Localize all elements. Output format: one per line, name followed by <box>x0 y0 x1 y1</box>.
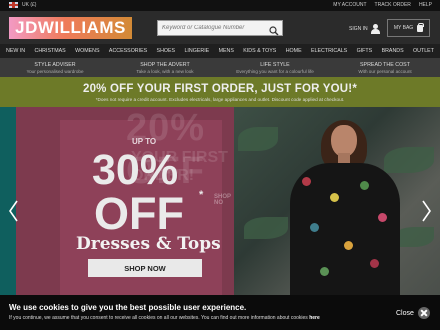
flower-print <box>320 267 329 276</box>
service-subtitle: With our personal account <box>358 69 412 74</box>
nav-item-mens[interactable]: MENS <box>219 48 234 54</box>
flower-print <box>370 259 379 268</box>
search-input[interactable] <box>162 22 262 34</box>
shop-now-button[interactable]: SHOP NOW <box>88 259 202 277</box>
flower-print <box>302 177 311 186</box>
main-nav: NEW IN CHRISTMAS WOMENS ACCESSORIES SHOE… <box>0 44 440 58</box>
nav-item-christmas[interactable]: CHRISTMAS <box>35 48 66 54</box>
site-header: JDWILLIAMS SIGN IN MY BAG <box>0 11 440 44</box>
service-subtitle: Take a look, with a new look <box>136 69 194 74</box>
top-utility-bar: UK (£) MY ACCOUNT TRACK ORDER HELP <box>0 0 440 11</box>
locale-selector[interactable]: UK (£) <box>9 2 36 8</box>
flower-print <box>330 193 339 202</box>
nav-item-new-in[interactable]: NEW IN <box>6 48 25 54</box>
top-links: MY ACCOUNT TRACK ORDER HELP <box>333 2 432 8</box>
cookie-text: If you continue, we assume that you cons… <box>9 315 320 321</box>
flower-print <box>310 223 319 232</box>
shopping-bag-icon <box>417 22 425 32</box>
nav-item-electricals[interactable]: ELECTRICALS <box>311 48 347 54</box>
nav-item-womens[interactable]: WOMENS <box>75 48 99 54</box>
cookie-title: We use cookies to give you the best poss… <box>9 303 247 312</box>
nav-item-accessories[interactable]: ACCESSORIES <box>109 48 147 54</box>
cookie-body: If you continue, we assume that you cons… <box>9 315 308 321</box>
hero-carousel[interactable]: 20% OFF YOUR FIRST ORDER! UP TO 30% OFF … <box>0 107 440 295</box>
nav-item-outlet[interactable]: OUTLET <box>413 48 434 54</box>
my-account-link[interactable]: MY ACCOUNT <box>333 2 366 8</box>
service-life-style[interactable]: LIFE STYLE Everything you want for a col… <box>220 58 330 77</box>
close-icon <box>417 307 430 319</box>
nav-item-lingerie[interactable]: LINGERIE <box>184 48 209 54</box>
hero-model-photo <box>234 107 440 295</box>
flower-print <box>344 241 353 250</box>
my-bag-button[interactable]: MY BAG <box>387 19 430 37</box>
hero-pink-panel: 20% OFF YOUR FIRST ORDER! UP TO 30% OFF … <box>16 107 234 295</box>
palm-leaf <box>238 127 278 151</box>
flower-print <box>360 181 369 190</box>
nav-item-gifts[interactable]: GIFTS <box>357 48 373 54</box>
service-subtitle: Your personalised wardrobe <box>26 69 84 74</box>
service-title: STYLE ADVISER <box>34 62 76 68</box>
nav-item-shoes[interactable]: SHOES <box>157 48 176 54</box>
hero-off: OFF <box>94 188 184 239</box>
page: UK (£) MY ACCOUNT TRACK ORDER HELP JDWIL… <box>0 0 440 330</box>
service-title: SHOP THE ADVERT <box>140 62 190 68</box>
promo-terms: *Does not require a credit account. Excl… <box>95 97 345 102</box>
hero-percent: 30% <box>92 146 179 194</box>
locale-label: UK (£) <box>22 2 37 8</box>
cookie-consent-bar: We use cookies to give you the best poss… <box>0 295 440 330</box>
model-floral-dress <box>290 163 400 295</box>
sign-in-link[interactable]: SIGN IN <box>349 24 380 34</box>
palm-leaf <box>384 147 434 173</box>
service-shop-the-advert[interactable]: SHOP THE ADVERT Take a look, with a new … <box>110 58 220 77</box>
promo-title: 20% OFF YOUR FIRST ORDER, JUST FOR YOU!* <box>82 83 358 95</box>
track-order-link[interactable]: TRACK ORDER <box>375 2 411 8</box>
cookie-close-button[interactable]: Close <box>396 307 430 319</box>
hero-ghost-cta: SHOP NO <box>214 194 231 206</box>
service-style-adviser[interactable]: STYLE ADVISER Your personalised wardrobe <box>0 58 110 77</box>
service-spread-the-cost[interactable]: SPREAD THE COST With our personal accoun… <box>330 58 440 77</box>
nav-item-kids-toys[interactable]: KIDS & TOYS <box>243 48 276 54</box>
my-bag-label: MY BAG <box>393 25 414 31</box>
user-icon <box>370 24 380 34</box>
hero-asterisk: * <box>199 189 204 201</box>
palm-leaf <box>394 227 434 247</box>
cookie-close-label: Close <box>396 309 414 317</box>
carousel-next-icon[interactable] <box>421 200 432 222</box>
service-title: SPREAD THE COST <box>360 62 410 68</box>
search-box <box>157 20 283 36</box>
search-icon[interactable] <box>269 23 279 36</box>
sign-in-label: SIGN IN <box>349 26 368 32</box>
hero-upto: UP TO <box>132 137 157 146</box>
service-title: LIFE STYLE <box>260 62 290 68</box>
nav-item-home[interactable]: HOME <box>286 48 302 54</box>
service-strip: STYLE ADVISER Your personalised wardrobe… <box>0 58 440 77</box>
cookie-more-link[interactable]: here <box>309 315 320 321</box>
jdwilliams-logo[interactable]: JDWILLIAMS <box>9 17 132 39</box>
carousel-prev-icon[interactable] <box>8 200 19 222</box>
uk-flag-icon <box>9 2 18 8</box>
palm-leaf <box>244 217 288 239</box>
promo-banner[interactable]: 20% OFF YOUR FIRST ORDER, JUST FOR YOU!*… <box>0 77 440 107</box>
nav-item-brands[interactable]: BRANDS <box>382 48 404 54</box>
service-subtitle: Everything you want for a colourful life <box>236 69 314 74</box>
hero-category: Dresses & Tops <box>76 234 221 254</box>
flower-print <box>378 213 387 222</box>
help-link[interactable]: HELP <box>419 2 432 8</box>
